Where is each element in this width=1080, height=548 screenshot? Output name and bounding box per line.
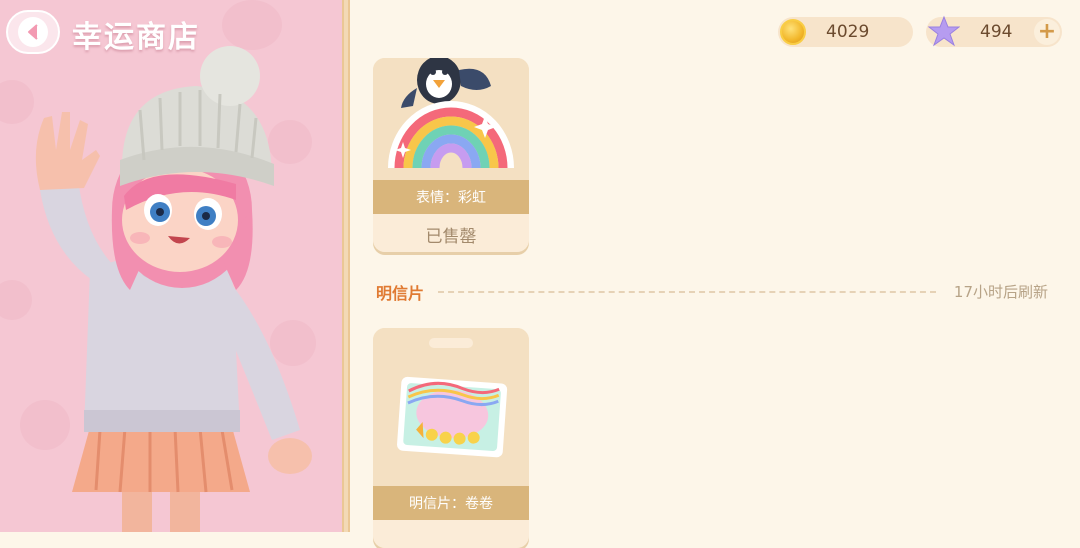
star-icon [928, 15, 960, 47]
panel-divider [342, 0, 350, 532]
item-image [373, 58, 529, 180]
section-header: 明信片 17小时后刷新 [376, 280, 1048, 304]
sold-out-badge: 已售罄 [373, 214, 529, 252]
item-status [373, 520, 529, 548]
refresh-timer: 17小时后刷新 [953, 283, 1048, 301]
section-divider [438, 291, 936, 293]
shop-item-card[interactable]: 明信片：卷卷 [373, 328, 529, 548]
star-balance: 494 + [926, 15, 1062, 47]
add-stars-button[interactable]: + [1034, 19, 1060, 45]
item-image [373, 328, 529, 486]
character-panel: 幸运商店 [0, 0, 342, 532]
coin-icon [780, 19, 806, 45]
back-arrow-icon [18, 17, 48, 47]
back-button[interactable] [6, 10, 60, 54]
shop-item-card[interactable]: 表情：彩虹 已售罄 [373, 58, 529, 252]
coin-amount: 4029 [826, 22, 870, 42]
rainbow-emoji-icon [388, 58, 514, 169]
star-amount: 494 [980, 22, 1013, 42]
coin-balance: 4029 [778, 17, 913, 47]
postcard-icon [397, 376, 508, 458]
section-title: 明信片 [376, 284, 425, 303]
item-name: 表情：彩虹 [373, 180, 529, 214]
card-hanger [429, 338, 473, 348]
avatar [35, 46, 312, 532]
item-name: 明信片：卷卷 [373, 486, 529, 520]
page-title: 幸运商店 [72, 20, 200, 55]
